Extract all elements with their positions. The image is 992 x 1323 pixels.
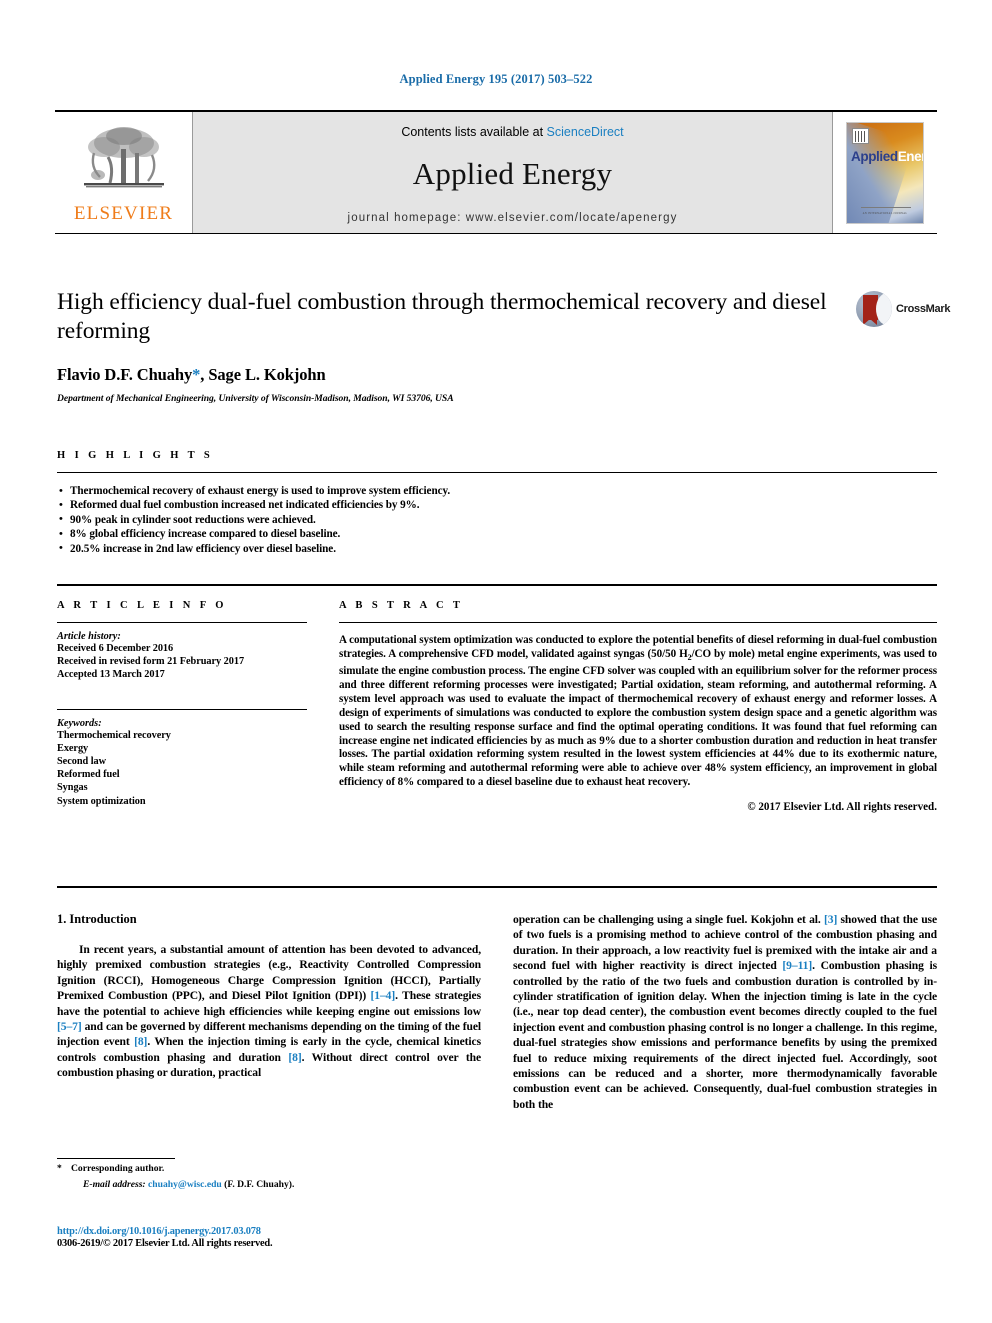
keywords-label: Keywords:	[57, 717, 102, 729]
keyword-item: Reformed fuel	[57, 769, 120, 781]
article-history-label: Article history:	[57, 631, 121, 642]
running-head: Applied Energy 195 (2017) 503–522	[399, 72, 593, 86]
contents-prefix: Contents lists available at	[401, 124, 544, 139]
article-info-column: A R T I C L E I N F O Article history: R…	[57, 600, 307, 813]
sciencedirect-link[interactable]: ScienceDirect	[547, 125, 624, 139]
abstract-text: A computational system optimization was …	[339, 634, 937, 790]
article-history-revised: Received in revised form 21 February 201…	[57, 656, 245, 668]
citation-link-1-4[interactable]: [1–4]	[371, 989, 396, 1002]
cover-title-part2: Energy	[897, 148, 923, 164]
footnote-star-marker: *	[57, 1163, 62, 1174]
article-history-received: Received 6 December 2016	[57, 643, 174, 654]
elsevier-tree-icon	[83, 127, 164, 188]
crossmark-label: CrossMark	[896, 303, 951, 315]
publisher-logo: ELSEVIER	[55, 112, 193, 233]
abstract-heading: A B S T R A C T	[339, 600, 464, 611]
crossmark-icon	[856, 291, 892, 327]
abstract-column: A B S T R A C T A computational system o…	[339, 600, 937, 813]
contents-available-line: Contents lists available at ScienceDirec…	[401, 125, 623, 139]
list-item: Thermochemical recovery of exhaust energ…	[57, 483, 937, 498]
body-region: 1. Introduction In recent years, a subst…	[57, 912, 937, 1112]
column-gutter	[307, 600, 339, 813]
highlights-heading: H I G H L I G H T S	[57, 450, 214, 461]
crossmark-arc-shape	[876, 293, 892, 325]
corresponding-author-label: Corresponding author.	[71, 1163, 165, 1174]
abstract-part2: /CO by mole) metal engine experiments, w…	[339, 647, 938, 789]
citation-link-9-11[interactable]: [9–11]	[782, 959, 812, 972]
citation-link-8-first[interactable]: [8]	[134, 1035, 147, 1048]
highlights-divider	[57, 472, 937, 473]
cover-divider	[861, 206, 911, 208]
author-list: Flavio D.F. Chuahy*, Sage L. Kokjohn	[57, 365, 847, 385]
highlights-section: H I G H L I G H T S Thermochemical recov…	[57, 450, 937, 556]
list-item: 90% peak in cylinder soot reductions wer…	[57, 512, 937, 527]
elsevier-wordmark: ELSEVIER	[73, 203, 174, 224]
keyword-item: System optimization	[57, 795, 146, 807]
journal-cover-container: AppliedEnergy AN INTERNATIONAL JOURNAL	[833, 112, 937, 233]
title-block: High efficiency dual-fuel combustion thr…	[57, 288, 847, 404]
article-info-heading: A R T I C L E I N F O	[57, 600, 227, 611]
affiliation: Department of Mechanical Engineering, Un…	[57, 393, 454, 404]
email-link[interactable]: chuahy@wisc.edu	[148, 1179, 222, 1190]
author-first: Flavio D.F. Chuahy	[57, 365, 193, 384]
body-column-gutter	[481, 912, 513, 1112]
intro-right-text-c: . Combustion phasing is controlled by th…	[513, 959, 937, 1111]
abstract-copyright: © 2017 Elsevier Ltd. All rights reserved…	[747, 801, 937, 814]
body-column-left: 1. Introduction In recent years, a subst…	[57, 912, 481, 1112]
keyword-item: Exergy	[57, 742, 89, 754]
keywords-divider	[57, 708, 307, 710]
section-divider-bottom	[57, 886, 937, 888]
cover-title-part1: Applied	[851, 148, 898, 164]
email-label: E-mail address:	[83, 1179, 146, 1190]
info-abstract-region: A R T I C L E I N F O Article history: R…	[57, 600, 937, 813]
introduction-paragraph-left: In recent years, a substantial amount of…	[57, 942, 481, 1081]
citation-link-5-7[interactable]: [5–7]	[57, 1020, 82, 1033]
highlights-list: Thermochemical recovery of exhaust energ…	[57, 483, 937, 556]
journal-title: Applied Energy	[412, 155, 613, 191]
doi-link[interactable]: http://dx.doi.org/10.1016/j.apenergy.201…	[57, 1226, 497, 1237]
email-note: E-mail address: chuahy@wisc.edu (F. D.F.…	[57, 1178, 481, 1191]
body-column-right: operation can be challenging using a sin…	[513, 912, 937, 1112]
cover-footer-text: AN INTERNATIONAL JOURNAL	[862, 211, 908, 215]
article-info-divider	[57, 622, 307, 623]
citation-link-3[interactable]: [3]	[824, 913, 837, 926]
cover-title: AppliedEnergy	[851, 148, 923, 164]
issn-copyright-line: 0306-2619/© 2017 Elsevier Ltd. All right…	[57, 1238, 273, 1249]
footnote-area: * Corresponding author. E-mail address: c…	[57, 1158, 481, 1191]
footnote-divider	[57, 1158, 175, 1159]
list-item: 8% global efficiency increase compared t…	[57, 527, 937, 542]
keyword-item: Second law	[57, 756, 106, 768]
paper-page: Applied Energy 195 (2017) 503–522 ELSEVI…	[0, 0, 992, 1323]
journal-homepage-link[interactable]: journal homepage: www.elsevier.com/locat…	[348, 212, 678, 224]
cover-elsevier-mark-icon	[852, 127, 869, 144]
email-suffix: (F. D.F. Chuahy).	[224, 1179, 295, 1190]
article-history-accepted: Accepted 13 March 2017	[57, 669, 165, 681]
intro-right-text-a: operation can be challenging using a sin…	[513, 913, 824, 926]
introduction-heading: 1. Introduction	[57, 912, 137, 926]
masthead-center: Contents lists available at ScienceDirec…	[193, 112, 833, 233]
introduction-paragraph-right: operation can be challenging using a sin…	[513, 912, 937, 1112]
crossmark-badge[interactable]: CrossMark	[856, 288, 950, 330]
abstract-divider	[339, 622, 937, 623]
keyword-item: Thermochemical recovery	[57, 729, 171, 741]
page-title: High efficiency dual-fuel combustion thr…	[57, 289, 827, 344]
list-item: 20.5% increase in 2nd law efficiency ove…	[57, 541, 937, 556]
list-item: Reformed dual fuel combustion increased …	[57, 498, 937, 513]
citation-link-8-second[interactable]: [8]	[288, 1051, 301, 1064]
doi-block: http://dx.doi.org/10.1016/j.apenergy.201…	[57, 1226, 497, 1249]
journal-masthead: ELSEVIER Contents lists available at Sci…	[55, 110, 937, 234]
section-divider-top	[57, 584, 937, 586]
journal-cover-thumbnail[interactable]: AppliedEnergy AN INTERNATIONAL JOURNAL	[846, 121, 924, 224]
corresponding-author-note: * Corresponding author.	[57, 1162, 481, 1175]
author-second: , Sage L. Kokjohn	[200, 365, 326, 384]
keyword-item: Syngas	[57, 782, 88, 794]
